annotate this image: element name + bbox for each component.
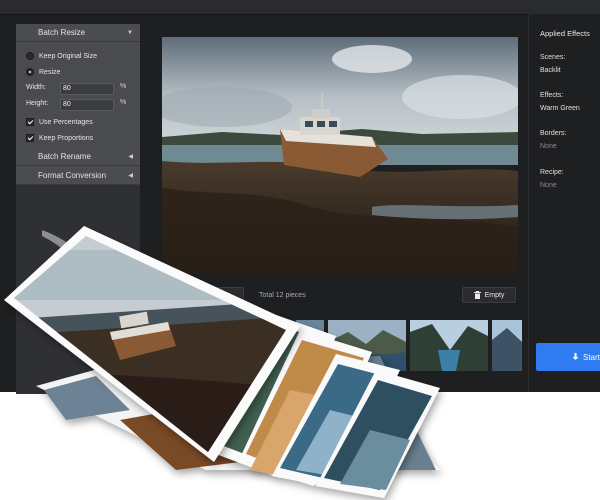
keep-original-radio[interactable] bbox=[26, 52, 34, 60]
thumbnail-image bbox=[328, 320, 406, 371]
format-conversion-header[interactable]: Format Conversion ◀ bbox=[16, 167, 140, 185]
sidebar: Batch Resize ▼ Keep Original Size Resize… bbox=[16, 24, 140, 394]
thumbnail[interactable] bbox=[410, 320, 488, 371]
keep-original-option[interactable]: Keep Original Size bbox=[26, 50, 97, 62]
scenes-label: Scenes: bbox=[540, 54, 566, 61]
applied-effects-panel: Applied Effects Scenes: Backlit Effects:… bbox=[528, 14, 600, 392]
keep-proportions-label: Keep Proportions bbox=[39, 134, 94, 142]
empty-label: Empty bbox=[484, 291, 505, 299]
keep-original-label: Keep Original Size bbox=[39, 52, 97, 60]
keep-proportions-option[interactable]: Keep Proportions bbox=[26, 132, 93, 144]
empty-button[interactable]: Empty bbox=[462, 287, 516, 303]
triangle-left-icon: ◀ bbox=[128, 154, 133, 160]
start-button[interactable]: Start bbox=[536, 343, 600, 371]
format-conversion-label: Format Conversion bbox=[38, 171, 107, 180]
use-percentages-option[interactable]: Use Percentages bbox=[26, 116, 93, 128]
width-input[interactable]: 80 bbox=[60, 83, 114, 95]
width-unit: % bbox=[120, 83, 127, 90]
thumbnail-image bbox=[410, 320, 488, 371]
title-bar bbox=[0, 0, 600, 15]
boat-landscape-photo bbox=[162, 37, 518, 274]
borders-label: Borders: bbox=[540, 130, 567, 137]
batch-rename-header[interactable]: Batch Rename ◀ bbox=[16, 148, 140, 166]
start-label: Start bbox=[583, 352, 600, 362]
trash-icon bbox=[473, 291, 481, 299]
triangle-left-icon: ◀ bbox=[128, 173, 133, 179]
app-window: Batch Resize ▼ Keep Original Size Resize… bbox=[0, 0, 600, 394]
thumbnail-image bbox=[492, 320, 522, 371]
applied-effects-title: Applied Effects bbox=[540, 29, 590, 38]
use-percentages-label: Use Percentages bbox=[39, 118, 93, 126]
keep-proportions-checkbox[interactable] bbox=[26, 134, 34, 142]
scenes-value: Backlit bbox=[540, 67, 561, 74]
height-unit: % bbox=[120, 99, 127, 106]
batch-resize-label: Batch Resize bbox=[38, 28, 86, 37]
triangle-down-icon: ▼ bbox=[127, 30, 133, 36]
batch-rename-label: Batch Rename bbox=[38, 152, 91, 161]
total-count: Total 12 pieces bbox=[259, 292, 306, 299]
height-input[interactable]: 80 bbox=[60, 99, 114, 111]
download-arrow-icon bbox=[572, 353, 579, 360]
images-label: mages bbox=[209, 291, 231, 299]
resize-radio[interactable] bbox=[26, 68, 34, 76]
images-button[interactable]: mages bbox=[196, 287, 244, 303]
resize-label: Resize bbox=[39, 68, 61, 76]
effects-value: Warm Green bbox=[540, 105, 580, 112]
resize-option[interactable]: Resize bbox=[26, 66, 60, 78]
thumbnail[interactable] bbox=[492, 320, 522, 371]
width-label: Width: bbox=[26, 84, 46, 91]
preview-image bbox=[162, 37, 518, 274]
effects-label: Effects: bbox=[540, 92, 564, 99]
recipe-value: None bbox=[540, 182, 557, 189]
use-percentages-checkbox[interactable] bbox=[26, 118, 34, 126]
height-label: Height: bbox=[26, 100, 49, 107]
thumbnail[interactable] bbox=[328, 320, 406, 371]
thumbnail-image bbox=[296, 320, 324, 371]
recipe-label: Recipe: bbox=[540, 169, 564, 176]
thumbnail[interactable] bbox=[296, 320, 324, 371]
batch-resize-header[interactable]: Batch Resize ▼ bbox=[16, 24, 140, 42]
borders-value: None bbox=[540, 143, 557, 150]
